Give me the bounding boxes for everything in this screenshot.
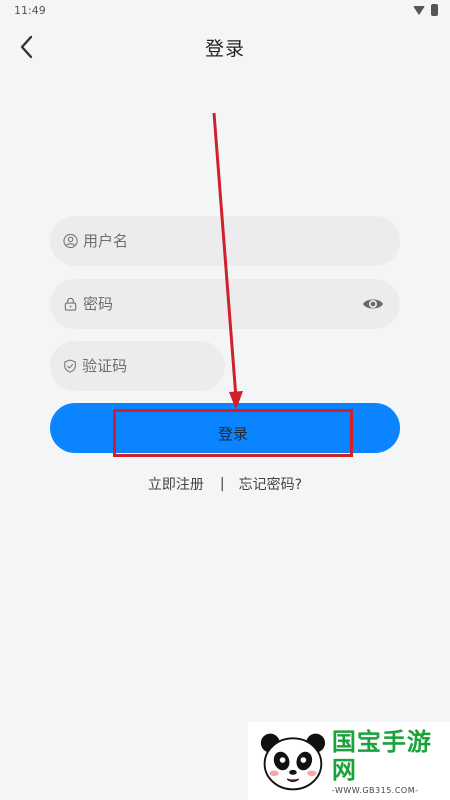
captcha-input[interactable]	[77, 357, 225, 375]
login-button-label: 登录	[217, 424, 248, 443]
watermark-url: -WWW.GB315.COM-	[331, 785, 419, 795]
status-bar: 11:49	[0, 0, 450, 20]
page-title: 登录	[204, 38, 245, 60]
username-input[interactable]	[78, 232, 400, 250]
username-field[interactable]	[50, 216, 400, 266]
watermark-text: 国宝手游网 -WWW.GB315.COM-	[332, 728, 450, 795]
links-row: 立即注册 | 忘记密码?	[0, 474, 450, 494]
register-link[interactable]: 立即注册	[148, 474, 204, 494]
wifi-icon	[413, 5, 425, 15]
user-circle-icon	[63, 233, 78, 249]
battery-icon	[431, 4, 438, 16]
status-time: 11:49	[14, 3, 46, 17]
nav-bar: 登录	[0, 28, 450, 68]
panda-logo-icon	[260, 733, 326, 791]
eye-icon[interactable]	[362, 294, 384, 314]
captcha-field[interactable]	[50, 341, 225, 391]
password-field[interactable]	[50, 279, 400, 329]
links-separator: |	[219, 476, 225, 492]
forgot-password-link[interactable]: 忘记密码?	[239, 474, 302, 494]
annotation-arrow	[212, 112, 243, 410]
status-icons	[413, 4, 438, 16]
password-input[interactable]	[78, 295, 400, 313]
annotation-highlight-box: 登录	[113, 409, 353, 457]
lock-icon	[64, 297, 77, 311]
shield-check-icon	[64, 359, 76, 373]
watermark-title: 国宝手游网	[331, 727, 432, 784]
watermark: 国宝手游网 -WWW.GB315.COM-	[248, 722, 450, 800]
